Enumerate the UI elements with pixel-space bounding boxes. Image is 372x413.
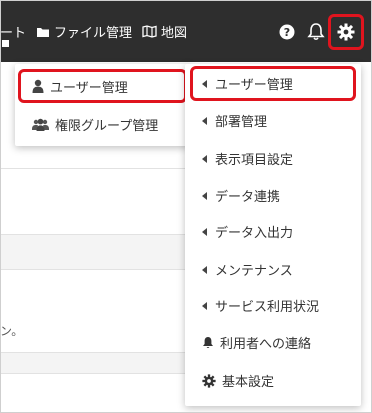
nav-item-partial[interactable]: ート — [0, 22, 26, 41]
folder-icon — [37, 27, 50, 37]
menu-item-permission-groups[interactable]: 権限グループ管理 — [18, 107, 187, 141]
help-icon[interactable]: ? — [279, 24, 295, 40]
gear-icon — [202, 373, 216, 388]
nav-links: ート ファイル管理 地図 — [0, 22, 197, 41]
caret-left-icon — [202, 116, 207, 125]
nav-indicator — [2, 40, 9, 47]
menu-item-label: ユーザー管理 — [50, 80, 128, 96]
menu-item-label: 基本設定 — [222, 375, 275, 390]
menu-item-label: データ入出力 — [215, 226, 294, 241]
top-navbar: ート ファイル管理 地図 ? — [0, 0, 372, 62]
menu-item-data-import-export[interactable]: データ入出力 — [190, 214, 356, 249]
menu-item-maintenance[interactable]: メンテナンス — [190, 252, 356, 287]
bell-icon — [203, 337, 213, 348]
user-management-dropdown: ユーザー管理 権限グループ管理 — [15, 64, 190, 146]
menu-item-user-management[interactable]: ユーザー管理 — [18, 69, 187, 103]
user-icon — [32, 79, 44, 93]
nav-item-file-management-label: ファイル管理 — [54, 26, 133, 41]
content-section-band — [0, 234, 190, 270]
menu-item-label: 利用者への連絡 — [220, 337, 312, 352]
menu-item-basic-settings[interactable]: 基本設定 — [190, 363, 356, 398]
caret-left-icon — [202, 227, 207, 236]
menu-item-label: データ連携 — [215, 190, 281, 205]
menu-item-user-notice[interactable]: 利用者への連絡 — [190, 325, 356, 360]
menu-item-data-integration[interactable]: データ連携 — [190, 178, 356, 213]
menu-item-display-settings[interactable]: 表示項目設定 — [190, 141, 356, 176]
caret-left-icon — [202, 79, 207, 88]
caret-left-icon — [202, 191, 207, 200]
nav-item-map[interactable]: 地図 — [142, 22, 187, 41]
menu-item-label: メンテナンス — [215, 264, 293, 279]
content-text: ン。 — [0, 324, 24, 338]
gear-icon — [337, 23, 355, 41]
settings-button[interactable] — [328, 14, 364, 50]
menu-item-department-management[interactable]: 部署管理 — [190, 103, 356, 138]
menu-item-label: ユーザー管理 — [215, 78, 293, 93]
caret-left-icon — [202, 265, 207, 274]
menu-item-service-usage[interactable]: サービス利用状況 — [190, 288, 356, 323]
content-section-band — [0, 352, 190, 374]
menu-item-label: サービス利用状況 — [215, 300, 320, 315]
bell-icon[interactable] — [307, 22, 325, 41]
map-icon — [142, 25, 157, 38]
users-icon — [32, 118, 49, 131]
menu-item-label: 権限グループ管理 — [55, 118, 159, 134]
menu-item-label: 部署管理 — [215, 115, 268, 130]
content-divider — [0, 168, 190, 169]
nav-item-map-label: 地図 — [161, 26, 188, 41]
nav-item-file-management[interactable]: ファイル管理 — [36, 22, 132, 41]
caret-left-icon — [202, 301, 207, 310]
settings-dropdown: ユーザー管理 部署管理 表示項目設定 データ連携 データ入出力 メンテナンス サ… — [185, 64, 361, 406]
menu-item-label: 表示項目設定 — [215, 153, 294, 168]
caret-left-icon — [202, 154, 207, 163]
svg-text:?: ? — [284, 26, 290, 39]
menu-item-user-management[interactable]: ユーザー管理 — [190, 66, 356, 101]
